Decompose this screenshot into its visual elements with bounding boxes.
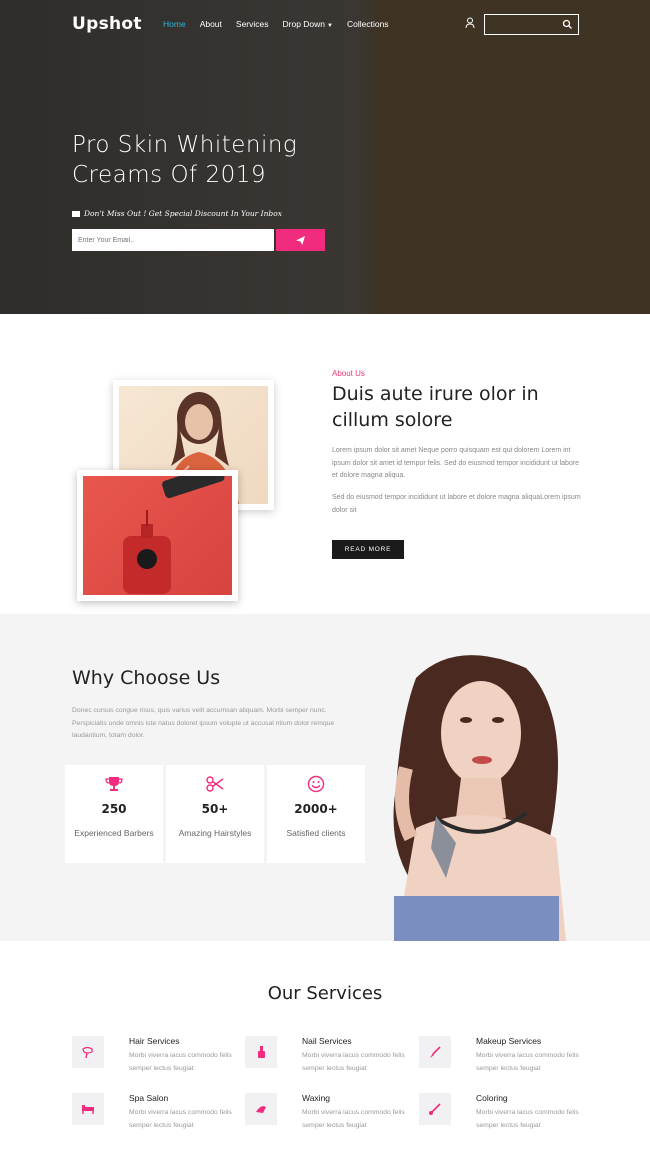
- service-spa[interactable]: Spa Salon Morbi viverra lacus commodo fe…: [72, 1093, 242, 1143]
- stat-value: 50+: [201, 802, 229, 816]
- service-icon-box: [72, 1036, 104, 1068]
- hero-subtitle-text: Don't Miss Out ! Get Special Discount In…: [84, 209, 282, 218]
- service-waxing[interactable]: Waxing Morbi viverra lacus commodo felis…: [245, 1093, 415, 1143]
- about-tag: About Us: [332, 369, 365, 378]
- read-more-button[interactable]: READ MORE: [332, 540, 404, 559]
- service-coloring[interactable]: Coloring Morbi viverra lacus commodo fel…: [419, 1093, 589, 1143]
- service-title: Hair Services: [129, 1036, 180, 1046]
- service-hair[interactable]: Hair Services Morbi viverra lacus commod…: [72, 1036, 242, 1086]
- hero-title: Pro Skin Whitening Creams Of 2019: [72, 132, 298, 188]
- hero-background-right: [378, 0, 650, 314]
- stat-value: 250: [101, 802, 127, 816]
- why-title: Why Choose Us: [72, 667, 221, 689]
- search-icon[interactable]: [562, 19, 573, 30]
- envelope-icon: [72, 210, 80, 217]
- service-icon-box: [245, 1093, 277, 1125]
- stat-card-clients: 2000+ Satisfied clients: [267, 765, 365, 863]
- hair-dryer-icon: [82, 1046, 93, 1059]
- makeup-brush-icon: [430, 1046, 441, 1058]
- service-desc: Morbi viverra lacus commodo felis semper…: [129, 1052, 232, 1072]
- spa-bed-icon: [82, 1105, 94, 1114]
- nail-polish-illustration: [123, 476, 225, 594]
- user-icon[interactable]: [465, 17, 475, 29]
- nav-services[interactable]: Services: [236, 19, 269, 29]
- search-input[interactable]: [485, 18, 560, 37]
- nav-about[interactable]: About: [200, 19, 222, 29]
- woman-portrait-illustration: [393, 655, 566, 941]
- stat-card-barbers: 250 Experienced Barbers: [65, 765, 163, 863]
- service-title: Makeup Services: [476, 1036, 542, 1046]
- nav-dropdown[interactable]: Drop Down ▼: [283, 19, 333, 29]
- about-title: Duis aute irure olor in cillum solore: [332, 383, 539, 431]
- service-desc: Morbi viverra lacus commodo felis semper…: [302, 1052, 405, 1072]
- service-desc: Morbi viverra lacus commodo felis semper…: [476, 1052, 579, 1072]
- stat-value: 2000+: [294, 802, 338, 816]
- stat-card-hairstyles: 50+ Amazing Hairstyles: [166, 765, 264, 863]
- nav-collections[interactable]: Collections: [347, 19, 389, 29]
- service-title: Waxing: [302, 1093, 331, 1103]
- services-title: Our Services: [267, 983, 383, 1004]
- email-input[interactable]: [72, 229, 274, 251]
- service-title: Spa Salon: [129, 1093, 169, 1103]
- stat-label: Amazing Hairstyles: [178, 828, 252, 838]
- service-icon-box: [419, 1093, 451, 1125]
- about-image-nailpolish: [77, 470, 238, 601]
- service-title: Nail Services: [302, 1036, 352, 1046]
- service-icon-box: [245, 1036, 277, 1068]
- service-makeup[interactable]: Makeup Services Morbi viverra lacus comm…: [419, 1036, 589, 1086]
- stat-label: Satisfied clients: [286, 828, 346, 838]
- site-logo[interactable]: Upshot: [72, 14, 142, 34]
- search-box: [484, 14, 579, 37]
- subscribe-button[interactable]: [276, 229, 325, 251]
- about-paragraph-2: Sed do eiusmod tempor incididunt ut labo…: [332, 494, 581, 514]
- service-icon-box: [72, 1093, 104, 1125]
- nailpolish-photo: [83, 476, 232, 595]
- service-desc: Morbi viverra lacus commodo felis semper…: [129, 1109, 232, 1129]
- wax-icon: [256, 1106, 266, 1113]
- about-paragraph-1: Lorem ipsum dolor sit amet Neque porro q…: [332, 447, 580, 479]
- service-title: Coloring: [476, 1093, 508, 1103]
- scissors-icon: [206, 776, 224, 792]
- chevron-down-icon: ▼: [327, 23, 333, 29]
- service-icon-box: [419, 1036, 451, 1068]
- service-desc: Morbi viverra lacus commodo felis semper…: [302, 1109, 405, 1129]
- trophy-icon: [105, 777, 123, 791]
- stat-label: Experienced Barbers: [74, 828, 154, 838]
- nail-polish-icon: [258, 1046, 265, 1058]
- nav-home[interactable]: Home: [163, 19, 186, 29]
- nav-dropdown-label: Drop Down: [282, 19, 326, 29]
- color-brush-icon: [429, 1103, 441, 1115]
- service-desc: Morbi viverra lacus commodo felis semper…: [476, 1109, 579, 1129]
- hero-subtitle: Don't Miss Out ! Get Special Discount In…: [72, 209, 282, 218]
- model-image: [376, 648, 581, 941]
- why-text: Donec cursus congue risus, quis varius v…: [72, 707, 335, 739]
- service-nail[interactable]: Nail Services Morbi viverra lacus commod…: [245, 1036, 415, 1086]
- paper-plane-icon: [296, 235, 305, 245]
- smile-icon: [307, 775, 325, 793]
- main-nav: Home About Services Drop Down ▼ Collectio…: [163, 19, 403, 29]
